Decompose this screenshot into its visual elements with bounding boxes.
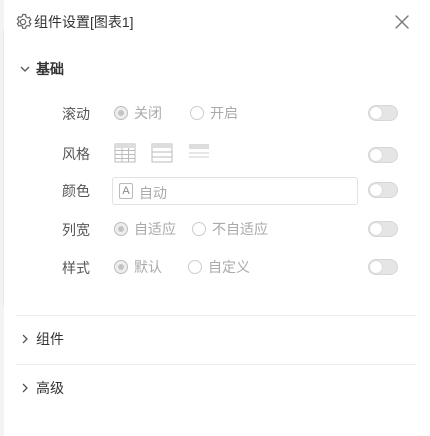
panel-left-border (3, 30, 4, 306)
style-toggle[interactable] (368, 259, 398, 275)
setting-row-column-width: 列宽 自适应 不自适应 (62, 216, 402, 242)
scroll-option-off[interactable]: 关闭 (114, 105, 162, 121)
column-width-option-fixed[interactable]: 不自适应 (192, 221, 268, 237)
setting-row-color: 颜色 A 自动 (62, 177, 402, 205)
radio-unchecked (188, 260, 202, 274)
section-advanced-header[interactable]: 高级 (20, 377, 64, 399)
scroll-label: 滚动 (62, 106, 90, 122)
color-label: 颜色 (62, 183, 90, 199)
font-color-icon: A (119, 183, 133, 199)
column-width-toggle[interactable] (368, 221, 398, 237)
chevron-right-icon (22, 334, 28, 344)
scroll-option-on-label: 开启 (210, 105, 238, 121)
setting-row-style-grid: 风格 (62, 140, 402, 166)
color-value: 自动 (139, 185, 167, 201)
style-option-custom-label: 自定义 (208, 259, 250, 275)
section-component-header[interactable]: 组件 (20, 328, 64, 350)
radio-checked (114, 106, 128, 120)
style-grid-label: 风格 (62, 146, 90, 162)
setting-row-scroll: 滚动 关闭 开启 (62, 100, 402, 126)
close-icon[interactable] (395, 15, 409, 29)
gear-icon (16, 13, 32, 29)
style-option-custom[interactable]: 自定义 (188, 259, 250, 275)
style-grid-toggle[interactable] (368, 147, 398, 163)
panel-header: 组件设置[图表1] (0, 0, 430, 44)
column-width-option-auto-label: 自适应 (134, 221, 176, 237)
color-toggle[interactable] (368, 182, 398, 198)
section-basic-header[interactable]: 基础 (20, 58, 64, 80)
scroll-option-off-label: 关闭 (134, 105, 162, 121)
column-width-option-auto[interactable]: 自适应 (114, 221, 176, 237)
style-option-default-label: 默认 (134, 259, 162, 275)
table-header-icon[interactable] (188, 143, 210, 163)
radio-unchecked (190, 106, 204, 120)
column-width-option-fixed-label: 不自适应 (212, 221, 268, 237)
panel-title: 组件设置[图表1] (34, 14, 134, 30)
section-basic-label: 基础 (36, 61, 64, 77)
scroll-option-on[interactable]: 开启 (190, 105, 238, 121)
column-width-label: 列宽 (62, 222, 90, 238)
radio-checked (114, 222, 128, 236)
style-label: 样式 (62, 260, 90, 276)
scroll-toggle[interactable] (368, 105, 398, 121)
section-component-label: 组件 (36, 331, 64, 347)
chevron-down-icon (20, 66, 30, 72)
section-divider (16, 364, 416, 365)
section-advanced-label: 高级 (36, 380, 64, 396)
color-select[interactable]: A 自动 (112, 177, 358, 205)
radio-checked (114, 260, 128, 274)
table-rows-icon[interactable] (151, 143, 173, 163)
section-divider (16, 315, 416, 316)
table-grid-icon[interactable] (114, 143, 136, 163)
style-grid-options (114, 143, 210, 163)
chevron-right-icon (22, 383, 28, 393)
radio-unchecked (192, 222, 206, 236)
setting-row-style: 样式 默认 自定义 (62, 254, 402, 280)
style-option-default[interactable]: 默认 (114, 259, 162, 275)
